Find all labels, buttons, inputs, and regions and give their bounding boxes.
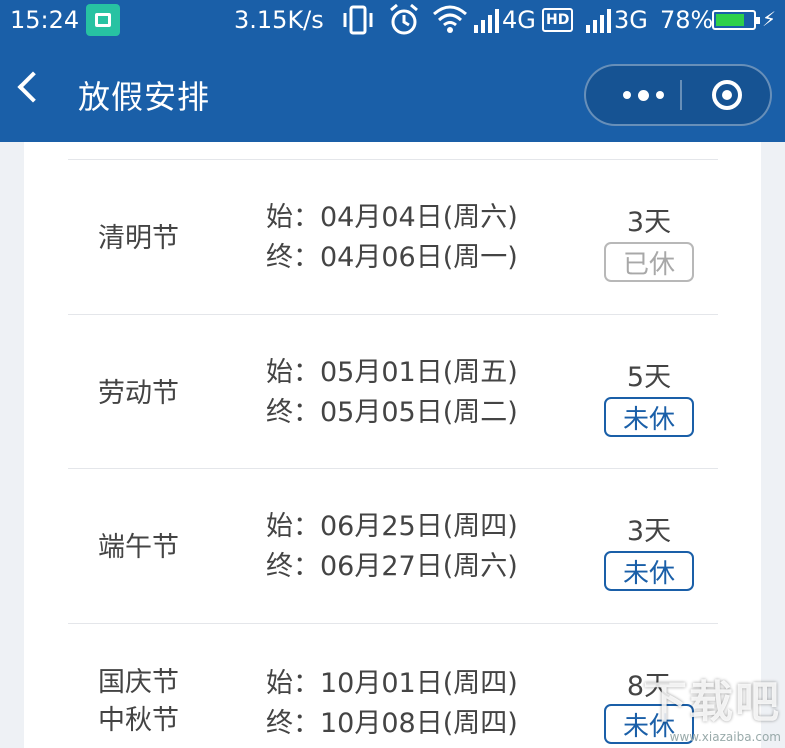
scan-app-icon <box>86 4 120 36</box>
mini-program-capsule <box>584 64 772 126</box>
holiday-name-line: 清明节 <box>98 223 179 254</box>
status-badge: 已休 <box>604 242 694 282</box>
end-date: 终：06月27日(周六) <box>266 551 518 582</box>
app-screen: 15:24 3.15K/s 4G HD 3G 78% ⚡ 放假安排 清明节 始：… <box>0 0 785 748</box>
end-date: 终：05月05日(周二) <box>266 397 518 428</box>
vibrate-icon <box>340 4 376 42</box>
wifi-icon <box>432 4 468 40</box>
holiday-name: 国庆节 中秋节 <box>98 664 179 740</box>
end-date: 终：10月08日(周四) <box>266 708 518 739</box>
holiday-name: 清明节 <box>98 220 179 258</box>
holiday-dates: 始：10月01日(周四) 终：10月08日(周四) <box>266 664 518 744</box>
more-menu-icon[interactable] <box>612 66 674 124</box>
status-time: 15:24 <box>10 6 80 34</box>
holiday-row-guoqing-zhongqiu[interactable]: 国庆节 中秋节 始：10月01日(周四) 终：10月08日(周四) 8天 未休 <box>68 623 718 748</box>
holiday-dates: 始：05月01日(周五) 终：05月05日(周二) <box>266 353 518 433</box>
battery-icon <box>712 10 760 30</box>
status-badge: 未休 <box>604 551 694 591</box>
end-date: 终：04月06日(周一) <box>266 242 518 273</box>
holiday-dates: 始：06月25日(周四) 终：06月27日(周六) <box>266 507 518 587</box>
close-mini-program-icon[interactable] <box>712 80 742 110</box>
holiday-row-duanwu[interactable]: 端午节 始：06月25日(周四) 终：06月27日(周六) 3天 未休 <box>68 468 718 623</box>
holiday-row-laodong[interactable]: 劳动节 始：05月01日(周五) 终：05月05日(周二) 5天 未休 <box>68 314 718 469</box>
start-date: 始：06月25日(周四) <box>266 511 518 542</box>
capsule-divider <box>680 80 682 110</box>
network-3g-label: 3G <box>614 6 648 34</box>
holiday-name-line: 国庆节 <box>98 667 179 698</box>
watermark-url: www.xiazaiba.com <box>669 730 781 744</box>
status-badge: 未休 <box>604 397 694 437</box>
holiday-name-line: 中秋节 <box>98 705 179 736</box>
holiday-row-qingming[interactable]: 清明节 始：04月04日(周六) 终：04月06日(周一) 3天 已休 <box>68 159 718 314</box>
start-date: 始：10月01日(周四) <box>266 668 518 699</box>
holiday-name: 劳动节 <box>98 375 179 413</box>
site-watermark: 下载吧 www.xiazaiba.com <box>643 666 781 744</box>
holiday-dates: 始：04月04日(周六) 终：04月06日(周一) <box>266 198 518 278</box>
navigation-bar: 放假安排 <box>0 42 785 142</box>
holiday-days: 3天 <box>626 516 672 547</box>
back-arrow-icon[interactable] <box>17 71 49 103</box>
holiday-days: 5天 <box>626 362 672 393</box>
charging-bolt-icon: ⚡ <box>762 7 777 31</box>
signal-4g-icon: 4G <box>472 6 536 35</box>
hd-voice-badge: HD <box>542 8 574 32</box>
signal-3g-icon: 3G <box>584 6 648 35</box>
battery-percent: 78% <box>660 6 714 34</box>
watermark-text: 下载吧 <box>643 677 781 728</box>
alarm-clock-icon <box>388 3 420 43</box>
holiday-name-line: 端午节 <box>98 532 179 563</box>
holiday-name-line: 劳动节 <box>98 378 179 409</box>
network-4g-label: 4G <box>502 6 536 34</box>
status-bar: 15:24 3.15K/s 4G HD 3G 78% ⚡ <box>0 0 785 42</box>
holiday-days: 3天 <box>626 207 672 238</box>
network-speed: 3.15K/s <box>234 6 324 34</box>
holiday-list-card: 清明节 始：04月04日(周六) 终：04月06日(周一) 3天 已休 劳动节 … <box>24 142 761 748</box>
start-date: 始：05月01日(周五) <box>266 357 518 388</box>
page-title: 放假安排 <box>78 78 211 116</box>
start-date: 始：04月04日(周六) <box>266 202 518 233</box>
holiday-name: 端午节 <box>98 529 179 567</box>
